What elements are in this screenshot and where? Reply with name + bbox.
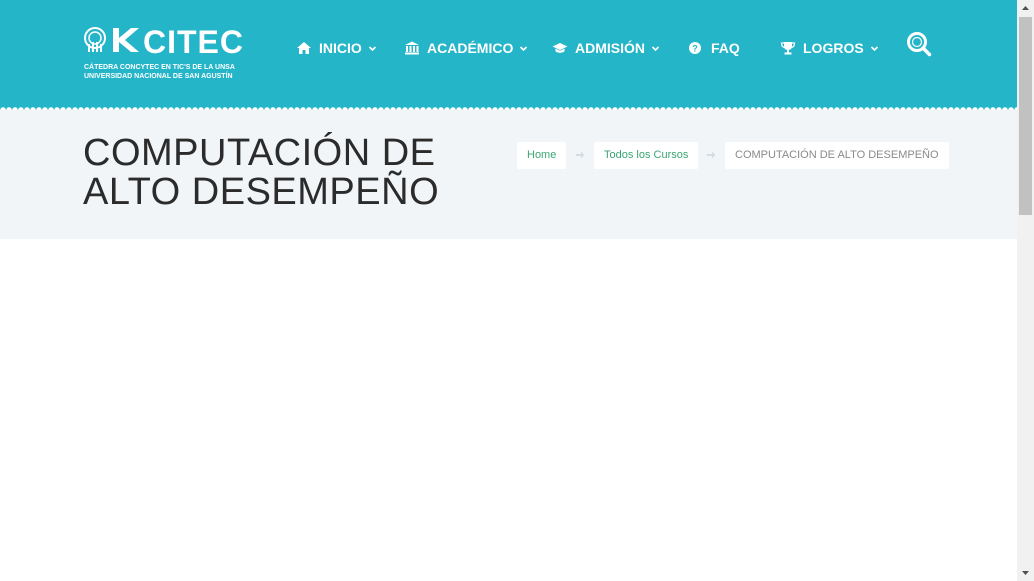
- breadcrumb-current: COMPUTACIÓN DE ALTO DESEMPEÑO: [725, 142, 949, 169]
- chevron-down-icon: [870, 45, 878, 51]
- chevron-down-icon: [520, 45, 528, 51]
- main-content: [0, 239, 1017, 581]
- scroll-down-arrow-icon[interactable]: [1017, 564, 1034, 581]
- nav-label-admision: ADMISIÓN: [575, 40, 645, 56]
- search-icon[interactable]: [906, 31, 932, 57]
- scroll-up-arrow-icon[interactable]: [1017, 0, 1034, 17]
- nav-item-faq[interactable]: ? FAQ: [688, 38, 740, 58]
- logo-subtitle-line2: UNIVERSIDAD NACIONAL DE SAN AGUSTÍN: [84, 73, 233, 80]
- page: CITEC CÁTEDRA CONCYTEC EN TIC'S DE LA UN…: [0, 0, 1017, 581]
- nav-label-academico: ACADÉMICO: [427, 40, 514, 56]
- institution-icon: [405, 41, 419, 55]
- logo-wordmark: CITEC: [143, 24, 244, 60]
- nav-label-logros: LOGROS: [803, 40, 864, 56]
- nav-label-faq: FAQ: [711, 40, 740, 56]
- vertical-scrollbar[interactable]: [1017, 0, 1034, 581]
- graduation-cap-icon: [552, 43, 568, 53]
- nav-item-logros[interactable]: LOGROS: [780, 38, 879, 58]
- logo-subtitle-line1: CÁTEDRA CONCYTEC EN TIC'S DE LA UNSA: [84, 64, 235, 71]
- home-icon: [297, 42, 311, 54]
- question-circle-icon: ?: [689, 42, 701, 54]
- scrollbar-thumb[interactable]: [1019, 17, 1032, 215]
- breadcrumb-home[interactable]: Home: [517, 142, 567, 169]
- breadcrumb-todos-los-cursos[interactable]: Todos los Cursos: [594, 142, 699, 169]
- nav-item-admision[interactable]: ADMISIÓN: [552, 38, 660, 58]
- site-header: CITEC CÁTEDRA CONCYTEC EN TIC'S DE LA UN…: [0, 0, 1017, 104]
- trophy-icon: [780, 42, 796, 55]
- site-logo[interactable]: CITEC CÁTEDRA CONCYTEC EN TIC'S DE LA UN…: [83, 22, 243, 84]
- chevron-down-icon: [368, 45, 376, 51]
- arrow-right-icon: [576, 151, 585, 159]
- svg-text:?: ?: [692, 44, 698, 54]
- chevron-down-icon: [651, 45, 660, 51]
- page-title: COMPUTACIÓN DE ALTO DESEMPEÑO: [83, 132, 440, 213]
- nav-item-academico[interactable]: ACADÉMICO: [404, 38, 528, 58]
- nav-label-inicio: INICIO: [319, 40, 362, 56]
- arrow-right-icon: [707, 151, 716, 159]
- nav-item-inicio[interactable]: INICIO: [296, 38, 377, 58]
- logo-mark-icon: [84, 27, 139, 52]
